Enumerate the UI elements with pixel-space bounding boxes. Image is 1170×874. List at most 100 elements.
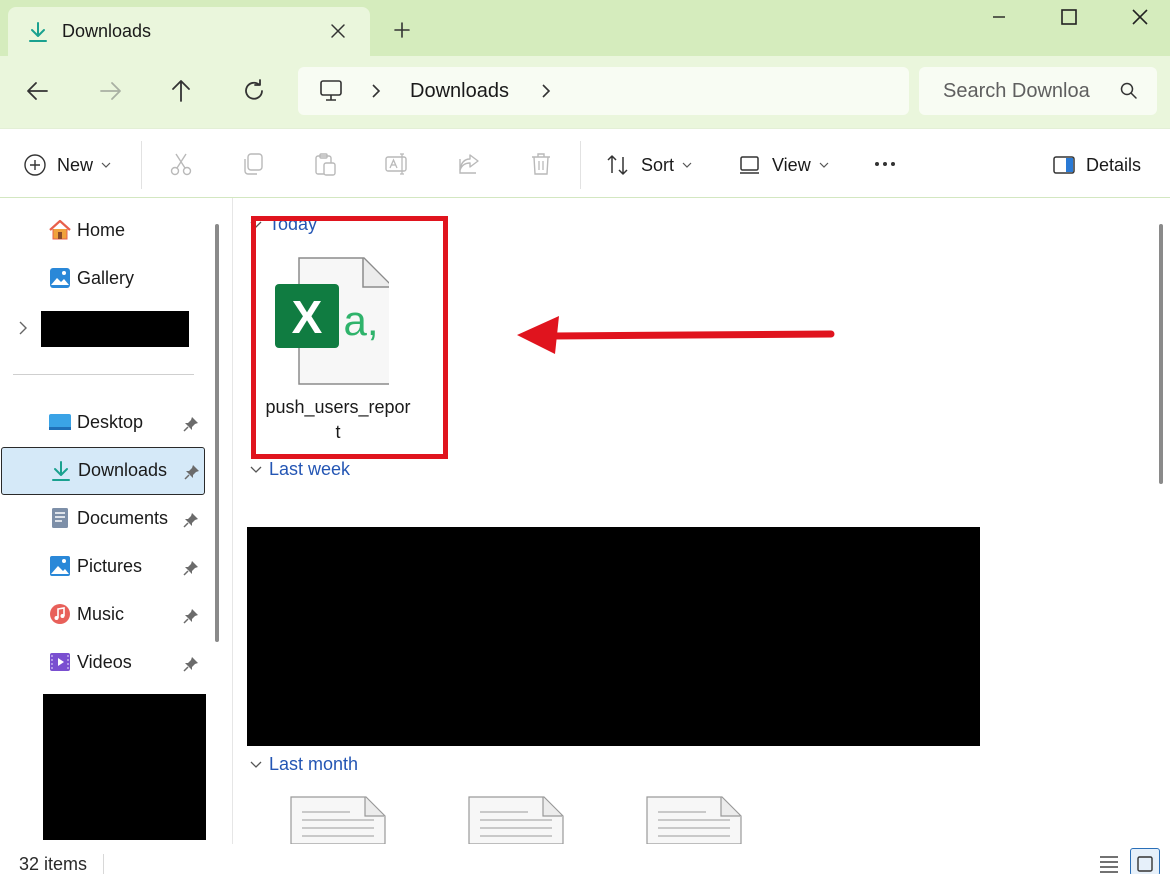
close-window-icon[interactable] <box>1128 6 1152 28</box>
documents-icon <box>52 508 68 528</box>
new-button[interactable]: New <box>23 151 111 179</box>
sidebar-item-downloads[interactable]: Downloads <box>1 447 205 495</box>
forward-arrow-icon[interactable] <box>96 77 124 105</box>
view-icon <box>740 156 759 174</box>
status-bar: 32 items <box>0 844 1170 874</box>
sidebar-item-home[interactable]: Home <box>0 207 206 255</box>
view-button[interactable]: View <box>738 151 829 179</box>
chevron-right-icon[interactable] <box>16 319 30 337</box>
sidebar-item-label: Videos <box>77 652 132 672</box>
pin-icon[interactable] <box>182 655 200 673</box>
chevron-right-icon[interactable] <box>368 82 384 100</box>
cut-icon[interactable] <box>168 151 194 177</box>
minimize-icon[interactable] <box>987 6 1011 28</box>
file-list: Today X a, push_users_report Last week L… <box>232 198 1170 844</box>
address-row: Downloads Search Downloa <box>0 56 1170 128</box>
download-icon <box>52 461 70 481</box>
highlight-box <box>251 216 448 459</box>
maximize-icon[interactable] <box>1057 6 1081 28</box>
title-bar: Downloads <box>0 0 1170 56</box>
divider <box>13 374 194 375</box>
divider <box>580 141 581 189</box>
details-view-icon[interactable] <box>1094 848 1124 874</box>
divider <box>103 854 104 874</box>
group-header-last-week[interactable]: Last week <box>249 459 350 480</box>
group-label: Last month <box>269 754 359 774</box>
chevron-down-icon <box>101 162 111 168</box>
share-icon[interactable] <box>456 151 482 177</box>
details-pane-icon <box>1053 156 1075 174</box>
sort-icon <box>607 155 628 175</box>
annotation-arrow-icon <box>517 316 835 354</box>
sidebar-item-label: Music <box>77 604 125 624</box>
address-bar[interactable]: Downloads <box>298 67 909 115</box>
plus-icon[interactable] <box>390 18 414 42</box>
refresh-icon[interactable] <box>240 77 268 105</box>
paste-icon[interactable] <box>312 151 338 177</box>
up-arrow-icon[interactable] <box>167 77 195 105</box>
sidebar-item-label: Desktop <box>77 412 144 432</box>
sidebar-item-desktop[interactable]: Desktop <box>0 399 206 447</box>
large-icons-view-button[interactable] <box>1130 848 1160 874</box>
command-bar: New Sort View Details <box>0 128 1170 198</box>
tiles-view-icon <box>1137 856 1153 872</box>
pictures-icon <box>50 556 70 576</box>
chevron-down-icon <box>682 162 692 168</box>
item-count: 32 items <box>19 854 88 874</box>
chevron-right-icon[interactable] <box>538 82 554 100</box>
delete-icon[interactable] <box>528 151 554 177</box>
download-icon <box>29 22 47 42</box>
details-button[interactable]: Details <box>1052 151 1141 179</box>
divider <box>141 141 142 189</box>
pin-icon[interactable] <box>182 415 200 433</box>
group-label: Last week <box>269 459 351 479</box>
tab-downloads[interactable]: Downloads <box>8 7 370 56</box>
sidebar-item-documents[interactable]: Documents <box>0 495 206 543</box>
search-input[interactable]: Search Downloa <box>919 67 1157 115</box>
sidebar-scrollbar[interactable] <box>215 224 219 642</box>
rename-icon[interactable] <box>384 151 410 177</box>
chevron-down-icon <box>250 761 262 769</box>
sidebar-item-videos[interactable]: Videos <box>0 639 206 687</box>
desktop-icon <box>49 414 71 430</box>
navigation-pane: Home Gallery Desktop Downloads Documents… <box>0 198 219 844</box>
home-icon <box>49 219 71 240</box>
pin-icon[interactable] <box>182 511 200 529</box>
pin-icon[interactable] <box>182 559 200 577</box>
music-icon <box>50 604 70 624</box>
sidebar-item-label: Home <box>77 220 126 240</box>
search-icon[interactable] <box>1119 81 1139 101</box>
search-placeholder: Search Downloa <box>943 80 1090 102</box>
copy-icon[interactable] <box>240 151 266 177</box>
redacted-block <box>247 527 980 746</box>
generic-file-icon[interactable] <box>290 796 386 844</box>
pin-icon[interactable] <box>182 607 200 625</box>
generic-file-icon[interactable] <box>468 796 564 844</box>
content-scrollbar[interactable] <box>1159 224 1163 484</box>
sidebar-item-pictures[interactable]: Pictures <box>0 543 206 591</box>
redacted-block <box>41 311 189 347</box>
sort-button[interactable]: Sort <box>605 151 692 179</box>
gallery-icon <box>50 268 70 288</box>
new-label: New <box>57 154 94 175</box>
sidebar-item-gallery[interactable]: Gallery <box>0 255 206 303</box>
more-options-icon[interactable] <box>872 151 898 177</box>
sort-label: Sort <box>641 154 675 175</box>
redacted-block <box>43 694 206 840</box>
pin-icon[interactable] <box>183 463 201 481</box>
back-arrow-icon[interactable] <box>24 77 52 105</box>
details-label: Details <box>1086 154 1142 175</box>
chevron-down-icon <box>819 162 829 168</box>
this-pc-icon[interactable] <box>318 79 344 103</box>
view-label: View <box>772 154 811 175</box>
videos-icon <box>50 653 70 671</box>
close-tab-icon[interactable] <box>326 19 350 43</box>
sidebar-item-music[interactable]: Music <box>0 591 206 639</box>
sidebar-item-label: Downloads <box>78 460 168 480</box>
sidebar-item-label: Pictures <box>77 556 143 576</box>
breadcrumb-downloads[interactable]: Downloads <box>410 80 509 103</box>
group-header-last-month[interactable]: Last month <box>249 754 358 775</box>
sidebar-item-label: Gallery <box>77 268 135 288</box>
chevron-down-icon <box>250 466 262 474</box>
generic-file-icon[interactable] <box>646 796 742 844</box>
